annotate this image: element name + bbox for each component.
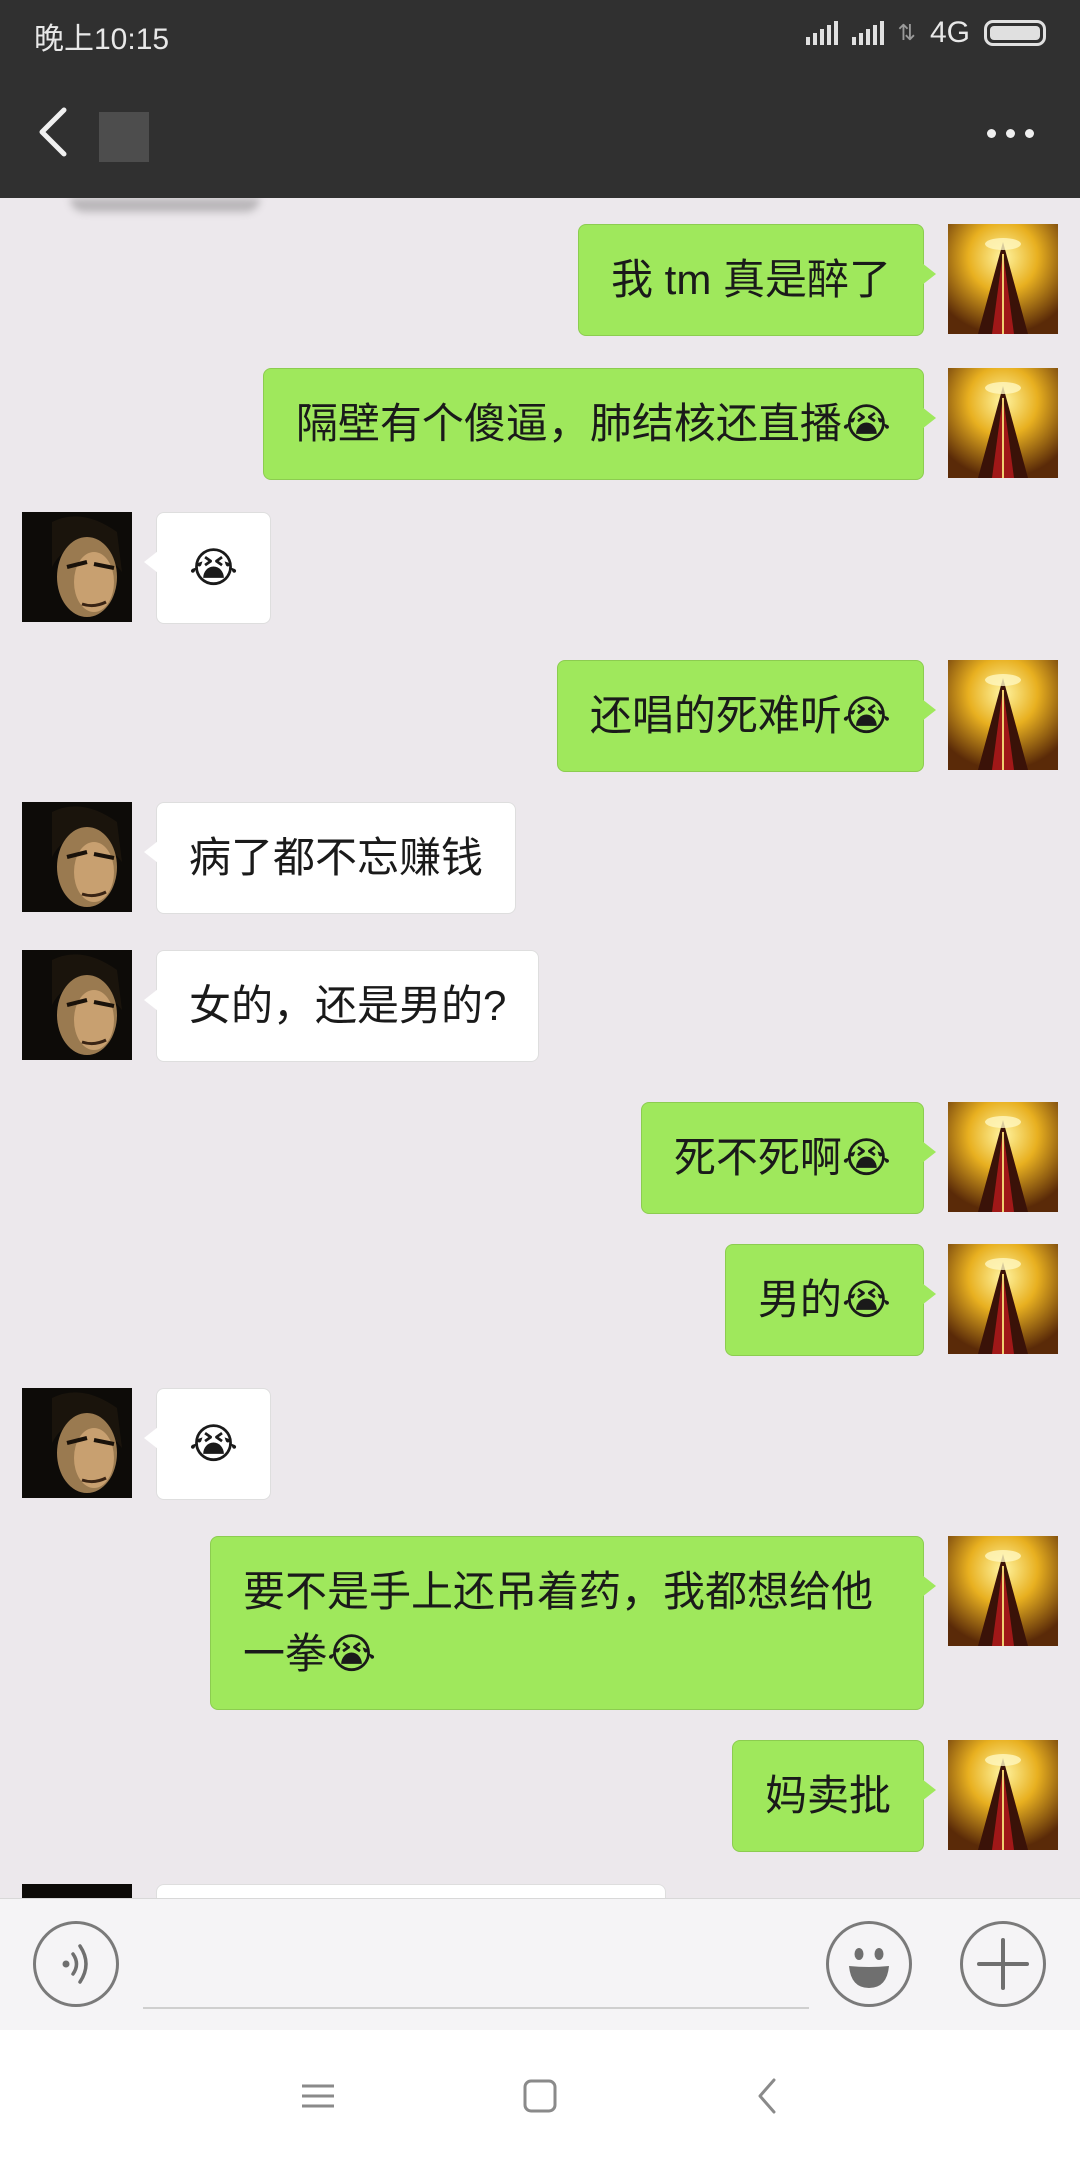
contact-avatar[interactable] [22, 950, 132, 1060]
message-bubble-theirs[interactable] [156, 1884, 666, 1898]
message-row: 😭 [0, 1388, 1080, 1500]
message-bubble-theirs[interactable]: 😭 [143, 1388, 272, 1500]
message-row: 男的😭 [0, 1244, 1080, 1356]
chat-area[interactable]: 我 tm 真是醉了 隔壁有个傻逼，肺结核还直播😭 😭 还唱的死难听😭 病了都不忘… [0, 198, 1080, 1898]
message-row: 隔壁有个傻逼，肺结核还直播😭 [0, 368, 1080, 480]
status-icons: ⇅ 4G [805, 12, 1046, 54]
my-avatar[interactable] [948, 1244, 1058, 1354]
voice-icon [62, 1944, 88, 1984]
message-text: 妈卖批 [764, 1772, 891, 1819]
message-bubble-mine[interactable]: 隔壁有个傻逼，肺结核还直播😭 [262, 368, 937, 480]
system-back-button[interactable] [738, 2070, 798, 2122]
network-type: 4G [929, 16, 970, 49]
plus-icon [977, 1938, 1029, 1990]
my-avatar[interactable] [948, 1102, 1058, 1212]
contact-avatar[interactable] [22, 512, 132, 622]
message-row: 死不死啊😭 [0, 1102, 1080, 1214]
system-nav-bar [0, 2030, 1080, 2160]
menu-button[interactable] [288, 2070, 348, 2122]
voice-button[interactable] [33, 1921, 119, 2007]
my-avatar[interactable] [948, 1740, 1058, 1850]
message-text: 死不死啊😭 [673, 1134, 891, 1181]
input-bar [0, 1898, 1080, 2031]
my-avatar[interactable] [948, 368, 1058, 478]
back-triangle-icon [758, 2078, 776, 2114]
message-text: 我 tm 真是醉了 [611, 256, 891, 303]
message-bubble-mine[interactable]: 妈卖批 [731, 1740, 937, 1852]
message-text: 还唱的死难听😭 [589, 692, 891, 739]
my-avatar[interactable] [948, 1536, 1058, 1646]
more-options-button[interactable] [980, 116, 1040, 150]
message-bubble-mine[interactable]: 要不是手上还吊着药，我都想给他一拳😭 [210, 1536, 936, 1710]
message-text: 病了都不忘赚钱 [189, 834, 484, 881]
status-bar: 晚上10:15 ⇅ 4G [0, 0, 1080, 66]
message-text: 女的，还是男的? [189, 982, 507, 1029]
status-time: 晚上10:15 [34, 23, 170, 56]
message-row: 女的，还是男的? [0, 950, 1080, 1062]
battery-icon [984, 20, 1046, 46]
home-square-icon [523, 2079, 557, 2113]
message-bubble-mine[interactable]: 我 tm 真是醉了 [578, 224, 936, 336]
message-text: 😭 [189, 543, 239, 592]
message-text: 😭 [189, 1419, 239, 1468]
contact-avatar[interactable] [22, 802, 132, 912]
chevron-left-icon [39, 107, 67, 157]
message-bubble-mine[interactable]: 男的😭 [724, 1244, 937, 1356]
message-text: 要不是手上还吊着药，我都想给他一拳😭 [243, 1568, 874, 1677]
message-row: 😭 [0, 512, 1080, 624]
contact-name-redacted[interactable] [99, 112, 149, 162]
message-row: 要不是手上还吊着药，我都想给他一拳😭 [0, 1536, 1080, 1710]
message-bubble-mine[interactable]: 还唱的死难听😭 [556, 660, 937, 772]
message-row: 病了都不忘赚钱 [0, 802, 1080, 914]
message-row: 还唱的死难听😭 [0, 660, 1080, 772]
message-bubble-theirs[interactable]: 😭 [143, 512, 272, 624]
more-dots-icon [986, 128, 996, 138]
message-row: 我 tm 真是醉了 [0, 224, 1080, 336]
smiley-icon [849, 1948, 889, 1988]
more-functions-button[interactable] [960, 1921, 1046, 2007]
chat-header [0, 66, 1080, 198]
my-avatar[interactable] [948, 660, 1058, 770]
message-text: 隔壁有个傻逼，肺结核还直播😭 [295, 400, 891, 447]
message-bubble-mine[interactable]: 死不死啊😭 [640, 1102, 937, 1214]
message-row: 妈卖批 [0, 1740, 1080, 1852]
blurred-content [70, 198, 260, 212]
emoji-button[interactable] [826, 1921, 912, 2007]
signal-icon-2 [851, 21, 884, 45]
home-button[interactable] [510, 2070, 570, 2122]
data-arrows-icon: ⇅ [897, 20, 916, 45]
signal-icon [805, 21, 838, 45]
contact-avatar[interactable] [22, 1388, 132, 1498]
menu-icon [302, 2084, 334, 2108]
message-bubble-theirs[interactable]: 女的，还是男的? [143, 950, 540, 1062]
message-bubble-theirs[interactable]: 病了都不忘赚钱 [143, 802, 517, 914]
message-input[interactable] [143, 1927, 809, 2009]
message-row-partial [0, 1884, 1080, 1898]
my-avatar[interactable] [948, 224, 1058, 334]
contact-avatar[interactable] [22, 1884, 132, 1898]
message-text: 男的😭 [757, 1276, 891, 1323]
back-button[interactable] [30, 104, 80, 160]
